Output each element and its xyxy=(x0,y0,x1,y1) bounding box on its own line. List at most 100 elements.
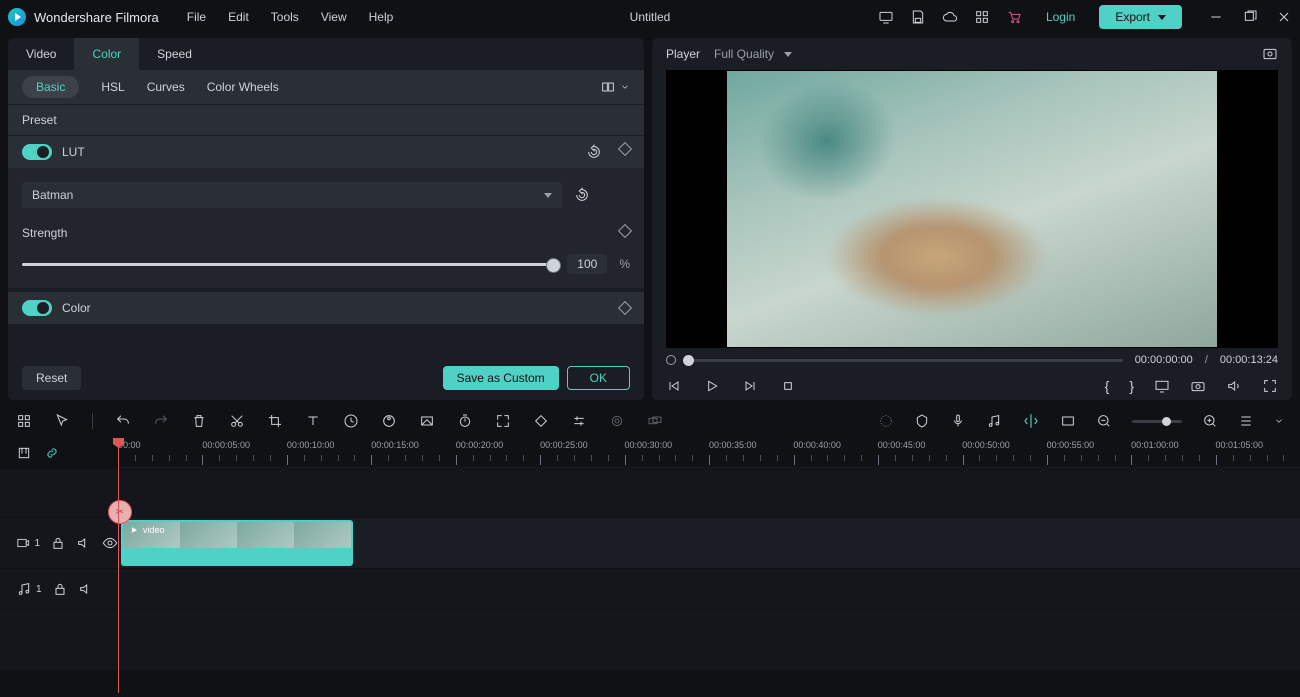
stop-icon[interactable] xyxy=(780,378,796,394)
audio-track-lock-icon[interactable] xyxy=(52,581,68,597)
adjust-icon[interactable] xyxy=(571,413,587,429)
menu-tools[interactable]: Tools xyxy=(271,10,299,24)
reset-button[interactable]: Reset xyxy=(22,366,81,390)
subtab-colorwheels[interactable]: Color Wheels xyxy=(207,80,279,94)
timeline-ruler[interactable]: 00:0000:00:05:0000:00:10:0000:00:15:0000… xyxy=(118,438,1300,468)
tab-speed[interactable]: Speed xyxy=(139,38,210,70)
track-lock-icon[interactable] xyxy=(50,535,66,551)
login-link[interactable]: Login xyxy=(1038,6,1083,28)
color-keyframe-icon[interactable] xyxy=(618,301,632,315)
color-icon[interactable] xyxy=(381,413,397,429)
lut-select-reset-icon[interactable] xyxy=(574,187,590,203)
color-toggle[interactable] xyxy=(22,300,52,316)
text-icon[interactable] xyxy=(305,413,321,429)
preview-viewport[interactable] xyxy=(666,70,1278,348)
ruler-label: 00:00:15:00 xyxy=(371,440,455,450)
audio-icon[interactable] xyxy=(986,413,1002,429)
cursor-icon[interactable] xyxy=(54,413,70,429)
lut-keyframe-icon[interactable] xyxy=(618,142,632,156)
zoom-slider[interactable] xyxy=(1132,420,1182,423)
strength-slider[interactable] xyxy=(22,263,555,266)
render-icon[interactable] xyxy=(878,413,894,429)
zoom-in-icon[interactable] xyxy=(1202,413,1218,429)
lut-reset-icon[interactable] xyxy=(586,144,602,160)
audio-track[interactable]: 1 xyxy=(118,569,1300,609)
preset-header[interactable]: Preset xyxy=(8,105,644,135)
play-icon[interactable] xyxy=(704,378,720,394)
audio-track-mute-icon[interactable] xyxy=(78,581,94,597)
save-as-custom-button[interactable]: Save as Custom xyxy=(443,366,559,390)
apps-icon[interactable] xyxy=(974,9,990,25)
marker-icon[interactable] xyxy=(914,413,930,429)
magnet-icon[interactable] xyxy=(16,445,32,461)
keyframe-tool-icon[interactable] xyxy=(533,413,549,429)
lut-select[interactable]: Batman xyxy=(22,182,562,208)
duration-icon[interactable] xyxy=(457,413,473,429)
ruler-label: 00:00:10:00 xyxy=(287,440,371,450)
subtab-basic[interactable]: Basic xyxy=(22,76,79,98)
fullscreen-icon[interactable] xyxy=(1262,378,1278,394)
compare-toggle-icon[interactable] xyxy=(600,79,630,95)
split-icon[interactable] xyxy=(1022,412,1040,430)
strength-keyframe-icon[interactable] xyxy=(618,224,632,238)
video-clip[interactable]: video xyxy=(121,520,353,566)
export-button[interactable]: Export xyxy=(1099,5,1182,29)
tab-video[interactable]: Video xyxy=(8,38,74,70)
video-track[interactable]: 1 video xyxy=(118,518,1300,568)
cloud-icon[interactable] xyxy=(942,9,958,25)
lut-toggle[interactable] xyxy=(22,144,52,160)
title-bar: Wondershare Filmora File Edit Tools View… xyxy=(0,0,1300,34)
speed-icon[interactable] xyxy=(343,413,359,429)
delete-icon[interactable] xyxy=(191,413,207,429)
menu-file[interactable]: File xyxy=(187,10,206,24)
track-visible-icon[interactable] xyxy=(102,535,118,551)
camera-icon[interactable] xyxy=(1190,378,1206,394)
menu-help[interactable]: Help xyxy=(369,10,394,24)
minimize-icon[interactable] xyxy=(1208,9,1224,25)
layout-icon[interactable] xyxy=(16,413,32,429)
menu-view[interactable]: View xyxy=(321,10,347,24)
video-track-icon xyxy=(16,535,30,551)
next-frame-icon[interactable] xyxy=(742,378,758,394)
track-size-icon[interactable] xyxy=(1238,413,1254,429)
device-icon[interactable] xyxy=(878,9,894,25)
playhead[interactable] xyxy=(118,438,119,693)
group-icon[interactable] xyxy=(647,413,663,429)
scrub-track[interactable] xyxy=(688,359,1123,362)
prev-frame-icon[interactable] xyxy=(666,378,682,394)
link-icon[interactable] xyxy=(44,445,60,461)
cart-icon[interactable] xyxy=(1006,9,1022,25)
playhead-handle-icon[interactable]: ✂ xyxy=(108,500,132,524)
record-icon[interactable] xyxy=(609,413,625,429)
track-options-icon[interactable] xyxy=(1274,413,1284,429)
redo-icon[interactable] xyxy=(153,413,169,429)
strength-value[interactable]: 100 xyxy=(567,254,607,274)
subtab-curves[interactable]: Curves xyxy=(147,80,185,94)
zoom-out-icon[interactable] xyxy=(1096,413,1112,429)
undo-icon[interactable] xyxy=(115,413,131,429)
scrub-start-icon[interactable] xyxy=(666,355,676,365)
timecode-sep: / xyxy=(1205,354,1208,366)
mic-icon[interactable] xyxy=(950,413,966,429)
greenscreen-icon[interactable] xyxy=(419,413,435,429)
expand-icon[interactable] xyxy=(495,413,511,429)
maximize-icon[interactable] xyxy=(1242,9,1258,25)
ok-button[interactable]: OK xyxy=(567,366,630,390)
display-icon[interactable] xyxy=(1154,378,1170,394)
player-panel: Player Full Quality 00:00:00:00 / 00:00:… xyxy=(652,38,1292,400)
tab-color[interactable]: Color xyxy=(74,38,139,70)
frame-icon[interactable] xyxy=(1060,413,1076,429)
quality-select[interactable]: Full Quality xyxy=(714,47,792,61)
track-mute-icon[interactable] xyxy=(76,535,92,551)
volume-icon[interactable] xyxy=(1226,378,1242,394)
close-icon[interactable] xyxy=(1276,9,1292,25)
mark-out-icon[interactable]: } xyxy=(1129,378,1134,394)
menu-edit[interactable]: Edit xyxy=(228,10,249,24)
mark-in-icon[interactable]: { xyxy=(1105,378,1110,394)
snapshot-icon[interactable] xyxy=(1262,46,1278,62)
lut-selected-value: Batman xyxy=(32,188,73,202)
subtab-hsl[interactable]: HSL xyxy=(101,80,124,94)
cut-icon[interactable] xyxy=(229,413,245,429)
crop-icon[interactable] xyxy=(267,413,283,429)
save-icon[interactable] xyxy=(910,9,926,25)
